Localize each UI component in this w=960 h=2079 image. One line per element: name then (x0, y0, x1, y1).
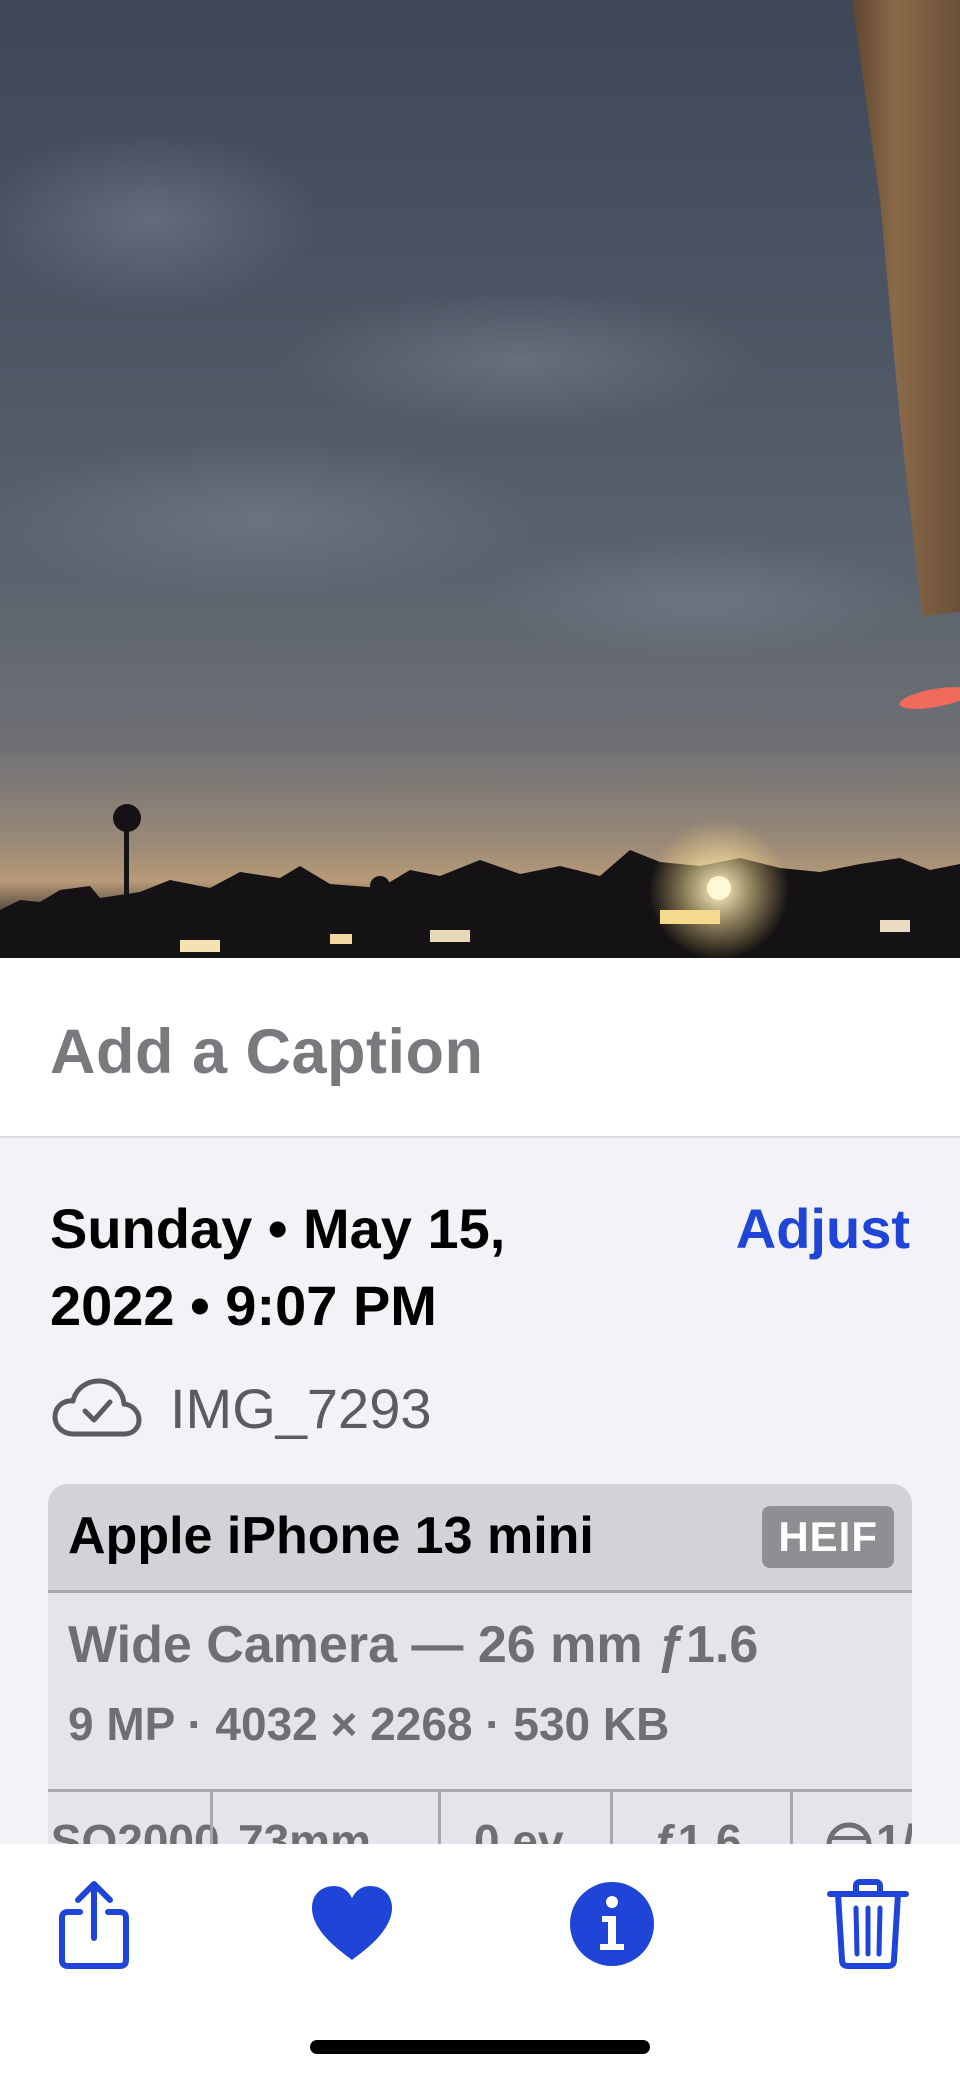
lens-details: Wide Camera — 26 mm ƒ1.6 (68, 1616, 759, 1674)
exif-iso: ISO2000 (48, 1815, 220, 1844)
home-indicator[interactable] (310, 2040, 650, 2054)
exif-shutter-speed: 1/9 (876, 1815, 912, 1844)
heart-icon (312, 1886, 392, 1960)
bottom-toolbar (0, 1844, 960, 2079)
exif-divider (210, 1792, 213, 1844)
file-name: IMG_7293 (170, 1376, 432, 1440)
share-icon (59, 1881, 129, 1969)
image-specs: 9 MP · 4032 × 2268 · 530 KB (68, 1698, 670, 1750)
exif-row: ISO2000 73mm 0 ev ƒ1.6 1/9 (48, 1792, 912, 1844)
caption-placeholder[interactable]: Add a Caption (50, 1016, 483, 1088)
exif-aperture: ƒ1.6 (652, 1815, 742, 1844)
exif-focal-length: 73mm (238, 1815, 371, 1844)
exif-divider (790, 1792, 793, 1844)
metadata-card: Apple iPhone 13 mini HEIF Wide Camera — … (48, 1484, 912, 1844)
adjust-button[interactable]: Adjust (736, 1190, 910, 1267)
shutter-speed-icon (826, 1822, 872, 1844)
card-header: Apple iPhone 13 mini HEIF (48, 1484, 912, 1593)
exif-divider (438, 1792, 441, 1844)
info-button[interactable] (562, 1874, 662, 1974)
trash-icon (827, 1879, 909, 1969)
exif-exposure-value: 0 ev (474, 1815, 564, 1844)
photo-view[interactable] (0, 0, 960, 958)
share-button[interactable] (44, 1874, 144, 1974)
caption-field[interactable]: Add a Caption (0, 958, 960, 1138)
date-line-2: 2022 • 9:07 PM (50, 1274, 437, 1337)
lens-info: Wide Camera — 26 mm ƒ1.6 9 MP · 4032 × 2… (48, 1593, 912, 1792)
info-icon (570, 1882, 654, 1966)
info-panel: Sunday • May 15, 2022 • 9:07 PM Adjust I… (0, 1138, 960, 1844)
date-line-1: Sunday • May 15, (50, 1197, 506, 1260)
device-name: Apple iPhone 13 mini (68, 1507, 594, 1565)
photo-image (0, 0, 960, 958)
format-badge: HEIF (762, 1506, 894, 1568)
exif-divider (610, 1792, 613, 1844)
delete-button[interactable] (818, 1874, 918, 1974)
favorite-button[interactable] (302, 1874, 402, 1974)
file-row: IMG_7293 (52, 1368, 432, 1448)
icloud-check-icon (52, 1378, 142, 1437)
date-time: Sunday • May 15, 2022 • 9:07 PM (50, 1190, 610, 1344)
